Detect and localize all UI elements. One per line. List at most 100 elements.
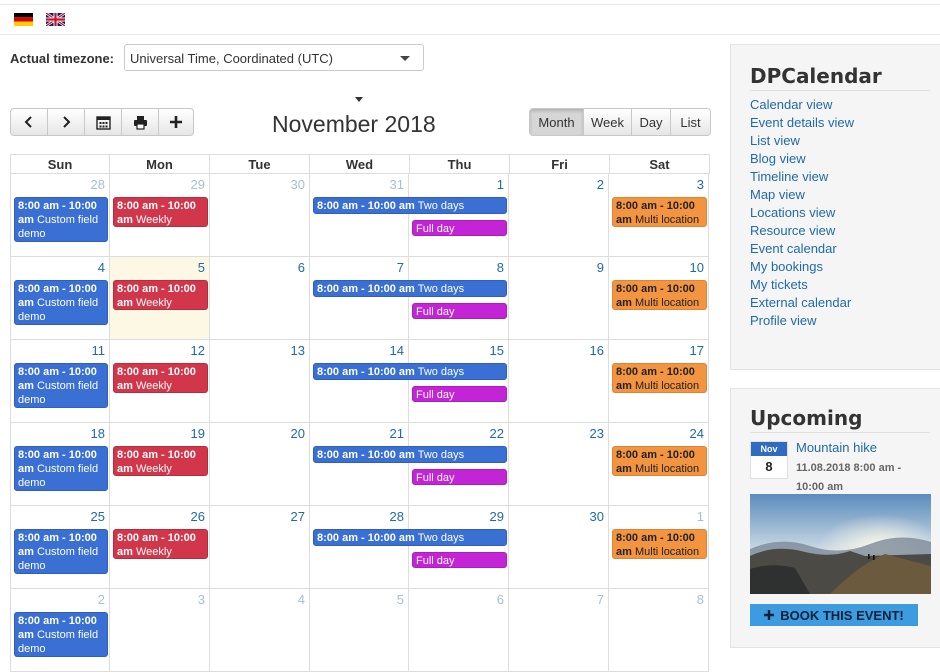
datepicker-button[interactable]	[85, 109, 122, 135]
day-number[interactable]: 25	[91, 509, 105, 524]
day-cell[interactable]: 6	[210, 257, 310, 340]
day-number[interactable]: 2	[597, 177, 604, 192]
view-link[interactable]: Map view	[750, 187, 854, 205]
view-link[interactable]: Timeline view	[750, 169, 854, 187]
day-number[interactable]: 16	[590, 343, 604, 358]
day-number[interactable]: 5	[198, 260, 205, 275]
day-number[interactable]: 4	[98, 260, 105, 275]
day-cell[interactable]: 13	[210, 340, 310, 423]
event-multi-location[interactable]: 8:00 am - 10:00 am Multi location	[612, 446, 707, 476]
event-two-days[interactable]: 8:00 am - 10:00 am Two days	[313, 197, 507, 214]
event-two-days[interactable]: 8:00 am - 10:00 am Two days	[313, 280, 507, 297]
day-cell[interactable]: 6	[409, 589, 509, 672]
day-cell[interactable]: 14	[310, 340, 409, 423]
uk-flag-icon[interactable]	[45, 11, 66, 28]
day-number[interactable]: 5	[397, 592, 404, 607]
day-number[interactable]: 29	[490, 509, 504, 524]
day-number[interactable]: 19	[191, 426, 205, 441]
day-cell[interactable]: 16	[509, 340, 609, 423]
view-link[interactable]: List view	[750, 133, 854, 151]
event-custom-field-demo[interactable]: 8:00 am - 10:00 am Custom field demo	[14, 612, 108, 657]
day-cell[interactable]: 23	[509, 423, 609, 506]
view-link[interactable]: Resource view	[750, 223, 854, 241]
day-number[interactable]: 30	[291, 177, 305, 192]
day-number[interactable]: 30	[590, 509, 604, 524]
caret-down-icon[interactable]	[355, 97, 363, 102]
day-number[interactable]: 20	[291, 426, 305, 441]
day-cell[interactable]: 4	[210, 589, 310, 672]
event-custom-field-demo[interactable]: 8:00 am - 10:00 am Custom field demo	[14, 363, 108, 408]
view-link[interactable]: Profile view	[750, 313, 854, 331]
day-number[interactable]: 3	[198, 592, 205, 607]
view-link[interactable]: Event calendar	[750, 241, 854, 259]
day-number[interactable]: 22	[490, 426, 504, 441]
view-link[interactable]: Event details view	[750, 115, 854, 133]
print-button[interactable]	[122, 109, 159, 135]
day-cell[interactable]: 21	[310, 423, 409, 506]
week-view-button[interactable]: Week	[584, 109, 632, 135]
german-flag-icon[interactable]	[14, 13, 33, 26]
day-number[interactable]: 12	[191, 343, 205, 358]
event-weekly[interactable]: 8:00 am - 10:00 am Weekly	[113, 529, 208, 559]
day-cell[interactable]: 28	[310, 506, 409, 589]
event-full-day[interactable]: Full day	[412, 386, 507, 402]
view-link[interactable]: My tickets	[750, 277, 854, 295]
day-number[interactable]: 29	[191, 177, 205, 192]
day-number[interactable]: 24	[690, 426, 704, 441]
day-number[interactable]: 6	[497, 592, 504, 607]
day-cell[interactable]: 1	[409, 174, 509, 257]
day-number[interactable]: 11	[92, 343, 106, 358]
day-cell[interactable]: 8	[609, 589, 709, 672]
day-number[interactable]: 7	[597, 592, 604, 607]
day-number[interactable]: 3	[697, 177, 704, 192]
day-number[interactable]: 18	[91, 426, 105, 441]
view-link[interactable]: Calendar view	[750, 97, 854, 115]
event-weekly[interactable]: 8:00 am - 10:00 am Weekly	[113, 280, 208, 310]
event-weekly[interactable]: 8:00 am - 10:00 am Weekly	[113, 363, 208, 393]
month-view-button[interactable]: Month	[530, 109, 584, 135]
day-cell[interactable]: 30	[210, 174, 310, 257]
day-cell[interactable]: 5	[310, 589, 409, 672]
day-cell[interactable]: 7	[509, 589, 609, 672]
timezone-select[interactable]: Universal Time, Coordinated (UTC)	[124, 44, 424, 71]
day-number[interactable]: 21	[390, 426, 404, 441]
upcoming-event-link[interactable]: Mountain hike	[796, 440, 877, 455]
day-cell[interactable]: 31	[310, 174, 409, 257]
event-custom-field-demo[interactable]: 8:00 am - 10:00 am Custom field demo	[14, 280, 108, 325]
day-number[interactable]: 23	[590, 426, 604, 441]
day-number[interactable]: 1	[697, 509, 704, 524]
day-number[interactable]: 2	[98, 592, 105, 607]
event-image[interactable]	[750, 494, 931, 594]
event-full-day[interactable]: Full day	[412, 303, 507, 319]
day-number[interactable]: 8	[497, 260, 504, 275]
day-number[interactable]: 27	[291, 509, 305, 524]
view-link[interactable]: External calendar	[750, 295, 854, 313]
day-number[interactable]: 26	[191, 509, 205, 524]
day-number[interactable]: 15	[490, 343, 504, 358]
event-two-days[interactable]: 8:00 am - 10:00 am Two days	[313, 446, 507, 463]
day-cell[interactable]: 3	[110, 589, 210, 672]
prev-button[interactable]	[11, 109, 48, 135]
event-weekly[interactable]: 8:00 am - 10:00 am Weekly	[113, 197, 208, 227]
day-view-button[interactable]: Day	[632, 109, 671, 135]
event-full-day[interactable]: Full day	[412, 552, 507, 568]
day-number[interactable]: 7	[397, 260, 404, 275]
day-number[interactable]: 28	[390, 509, 404, 524]
day-cell[interactable]: 2	[509, 174, 609, 257]
event-custom-field-demo[interactable]: 8:00 am - 10:00 am Custom field demo	[14, 529, 108, 574]
view-link[interactable]: Blog view	[750, 151, 854, 169]
day-number[interactable]: 10	[690, 260, 704, 275]
day-cell[interactable]: 9	[509, 257, 609, 340]
day-cell[interactable]: 29	[409, 506, 509, 589]
day-number[interactable]: 14	[390, 343, 404, 358]
day-cell[interactable]: 8	[409, 257, 509, 340]
day-cell[interactable]: 20	[210, 423, 310, 506]
day-number[interactable]: 9	[597, 260, 604, 275]
event-multi-location[interactable]: 8:00 am - 10:00 am Multi location	[612, 529, 707, 559]
day-cell[interactable]: 15	[409, 340, 509, 423]
event-full-day[interactable]: Full day	[412, 469, 507, 485]
event-two-days[interactable]: 8:00 am - 10:00 am Two days	[313, 363, 507, 380]
day-cell[interactable]: 27	[210, 506, 310, 589]
day-number[interactable]: 6	[298, 260, 305, 275]
event-weekly[interactable]: 8:00 am - 10:00 am Weekly	[113, 446, 208, 476]
